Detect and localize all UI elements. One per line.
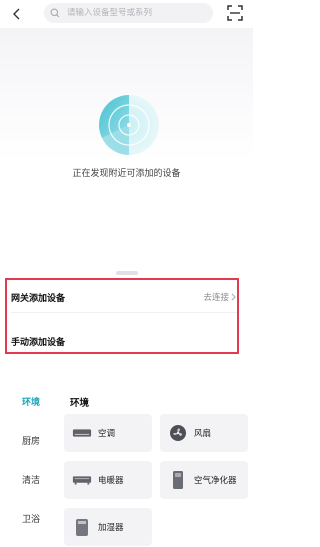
search-bar[interactable] (44, 3, 213, 23)
fan-icon (168, 423, 188, 443)
sheet-drag-handle[interactable] (116, 271, 138, 275)
gateway-add-row[interactable]: 网关添加设备 去连接 (11, 282, 237, 313)
back-button[interactable] (6, 3, 28, 25)
device-label: 空气净化器 (194, 476, 237, 486)
electric-heater-icon (72, 470, 92, 490)
air-purifier-icon (168, 470, 188, 490)
device-label: 风扇 (194, 429, 212, 439)
device-card-electric-heater[interactable]: 电暖器 (64, 461, 152, 499)
radar-scan-icon (98, 94, 160, 156)
discovery-status-text: 正在发现附近可添加的设备 (72, 169, 181, 179)
back-arrow-icon (13, 8, 20, 20)
gateway-connect-link[interactable]: 去连接 (203, 291, 237, 303)
air-conditioner-icon (72, 423, 92, 443)
scan-icon (227, 5, 243, 21)
device-label: 空调 (98, 429, 116, 439)
category-bathroom[interactable]: 卫浴 (22, 512, 40, 525)
humidifier-icon (72, 517, 92, 537)
search-icon (50, 6, 64, 20)
scan-button[interactable] (226, 4, 244, 22)
chevron-right-icon (231, 293, 236, 301)
gateway-connect-text: 去连接 (203, 293, 229, 303)
manual-add-label: 手动添加设备 (11, 337, 66, 348)
category-kitchen[interactable]: 厨房 (22, 434, 40, 447)
category-cleaning[interactable]: 清洁 (22, 473, 40, 486)
device-card-fan[interactable]: 风扇 (160, 414, 248, 452)
device-label: 电暖器 (98, 476, 124, 486)
device-card-humidifier[interactable]: 加湿器 (64, 508, 152, 546)
gateway-add-label: 网关添加设备 (11, 293, 66, 304)
category-environment[interactable]: 环境 (22, 395, 40, 408)
device-card-air-purifier[interactable]: 空气净化器 (160, 461, 248, 499)
section-title: 环境 (70, 398, 90, 409)
manual-add-row[interactable]: 手动添加设备 (11, 331, 237, 351)
device-label: 加湿器 (98, 523, 124, 533)
add-options-panel: 网关添加设备 去连接 手动添加设备 (5, 278, 239, 354)
top-bar (0, 0, 253, 28)
device-card-air-conditioner[interactable]: 空调 (64, 414, 152, 452)
search-input[interactable] (64, 8, 207, 18)
